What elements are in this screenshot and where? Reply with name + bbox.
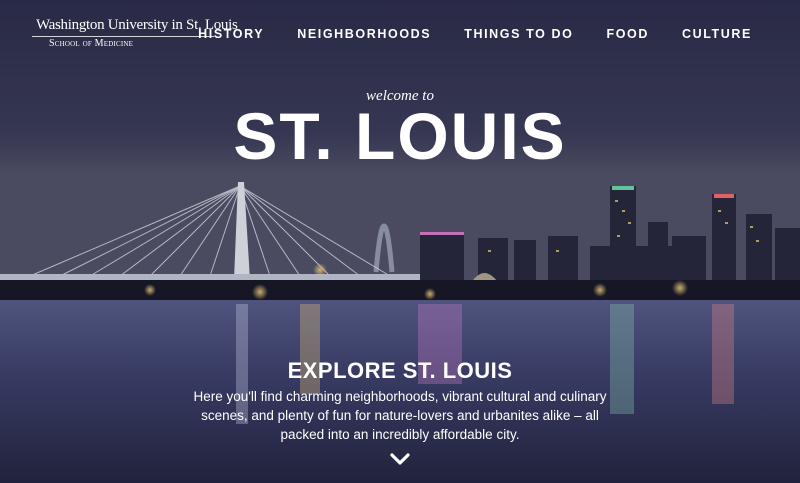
hero-title: ST. LOUIS — [233, 99, 567, 173]
explore-heading: EXPLORE ST. LOUIS — [287, 358, 513, 383]
explore-description: Here you'll find charming neighborhoods,… — [193, 389, 607, 442]
nav-item-neighborhoods[interactable]: NEIGHBORHOODS — [297, 27, 431, 41]
nav-item-things-to-do[interactable]: THINGS TO DO — [464, 27, 573, 41]
nav-item-history[interactable]: HISTORY — [198, 27, 264, 41]
main-nav: HISTORY NEIGHBORHOODS THINGS TO DO FOOD … — [165, 27, 752, 41]
site-header: Washington University in St. Louis Schoo… — [0, 0, 800, 70]
nav-item-food[interactable]: FOOD — [606, 27, 649, 41]
hero-section: Washington University in St. Louis Schoo… — [0, 0, 800, 483]
nav-item-culture[interactable]: CULTURE — [682, 27, 752, 41]
chevron-down-icon[interactable] — [389, 448, 411, 470]
